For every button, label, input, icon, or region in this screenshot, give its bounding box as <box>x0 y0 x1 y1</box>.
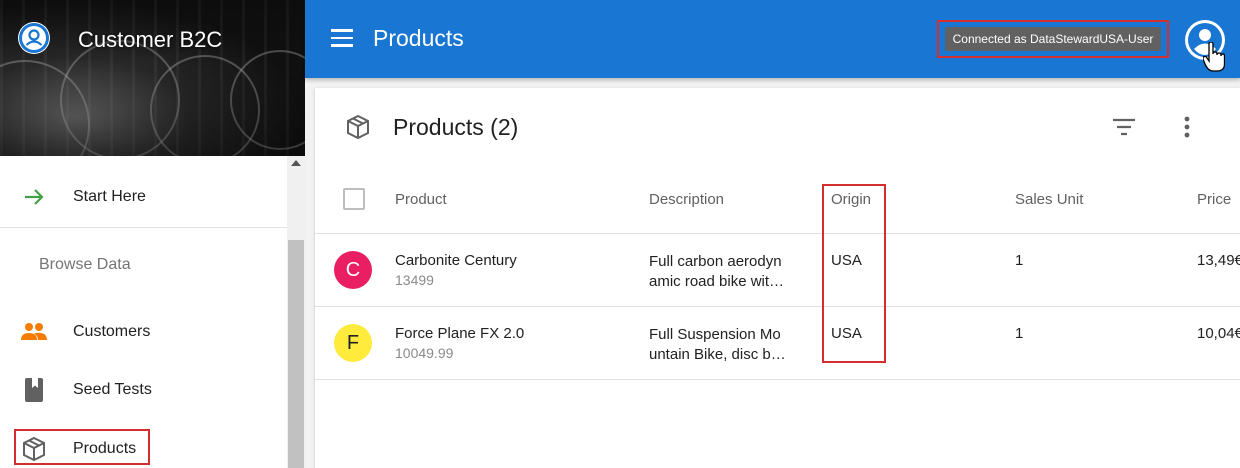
connected-highlight-box: Connected as DataStewardUSA-User <box>937 20 1169 58</box>
product-price: 13,49€ <box>1197 252 1240 269</box>
scroll-up-icon[interactable] <box>291 160 301 166</box>
column-header-description[interactable]: Description <box>649 191 724 208</box>
table-row[interactable]: C Carbonite Century 13499 Full carbon ae… <box>315 234 1240 306</box>
product-name: Carbonite Century <box>395 252 517 269</box>
sidebar-scrollbar[interactable] <box>287 156 305 468</box>
more-vert-icon[interactable] <box>1183 116 1191 143</box>
product-description: Full Suspension Mo untain Bike, disc b… <box>649 326 786 363</box>
scrollbar-thumb[interactable] <box>288 240 304 468</box>
nav-label: Customers <box>73 323 151 340</box>
nav-label: Seed Tests <box>73 381 152 398</box>
row-avatar: C <box>334 251 372 289</box>
connected-user-chip: Connected as DataStewardUSA-User <box>945 27 1161 51</box>
origin-highlight-box <box>822 184 886 363</box>
sidebar: Customer B2C Start Here Browse Data Cust… <box>0 0 305 468</box>
filter-icon[interactable] <box>1112 118 1136 141</box>
nav-start-here[interactable]: Start Here <box>0 172 287 222</box>
products-card: Products (2) Product Description Origin … <box>315 88 1240 468</box>
table-row[interactable]: F Force Plane FX 2.0 10049.99 Full Suspe… <box>315 307 1240 379</box>
top-app-bar: Products Connected as DataStewardUSA-Use… <box>305 0 1240 78</box>
account-circle-icon <box>18 22 50 54</box>
section-browse-data: Browse Data <box>39 256 131 273</box>
bookmark-icon <box>20 376 48 404</box>
column-header-price[interactable]: Price <box>1197 191 1231 208</box>
product-sales-unit: 1 <box>1015 325 1024 342</box>
sidebar-header-image: Customer B2C <box>0 0 305 156</box>
nav-seed-tests[interactable]: Seed Tests <box>0 365 287 415</box>
nav-label: Start Here <box>73 188 146 205</box>
menu-icon[interactable] <box>331 29 353 47</box>
column-header-sales-unit[interactable]: Sales Unit <box>1015 191 1083 208</box>
cube-icon <box>345 114 371 140</box>
product-name: Force Plane FX 2.0 <box>395 325 525 342</box>
product-price: 10,04€ <box>1197 325 1240 342</box>
products-highlight-box <box>14 429 150 465</box>
page-title: Products <box>373 25 464 51</box>
nav-customers[interactable]: Customers <box>0 307 287 357</box>
product-id: 13499 <box>395 272 434 288</box>
sidebar-nav: Start Here Browse Data Customers Seed Te… <box>0 156 287 468</box>
row-avatar: F <box>334 324 372 362</box>
divider <box>0 227 287 228</box>
divider <box>315 379 1240 380</box>
app-title: Customer B2C <box>78 27 223 52</box>
people-icon <box>20 318 48 346</box>
card-title: Products (2) <box>393 114 519 140</box>
hand-cursor-icon <box>1202 41 1226 77</box>
select-all-checkbox[interactable] <box>343 188 365 210</box>
column-header-product[interactable]: Product <box>395 191 447 208</box>
arrow-right-icon <box>20 183 48 211</box>
product-id: 10049.99 <box>395 345 454 361</box>
product-description: Full carbon aerodyn amic road bike wit… <box>649 253 785 290</box>
product-sales-unit: 1 <box>1015 252 1024 269</box>
